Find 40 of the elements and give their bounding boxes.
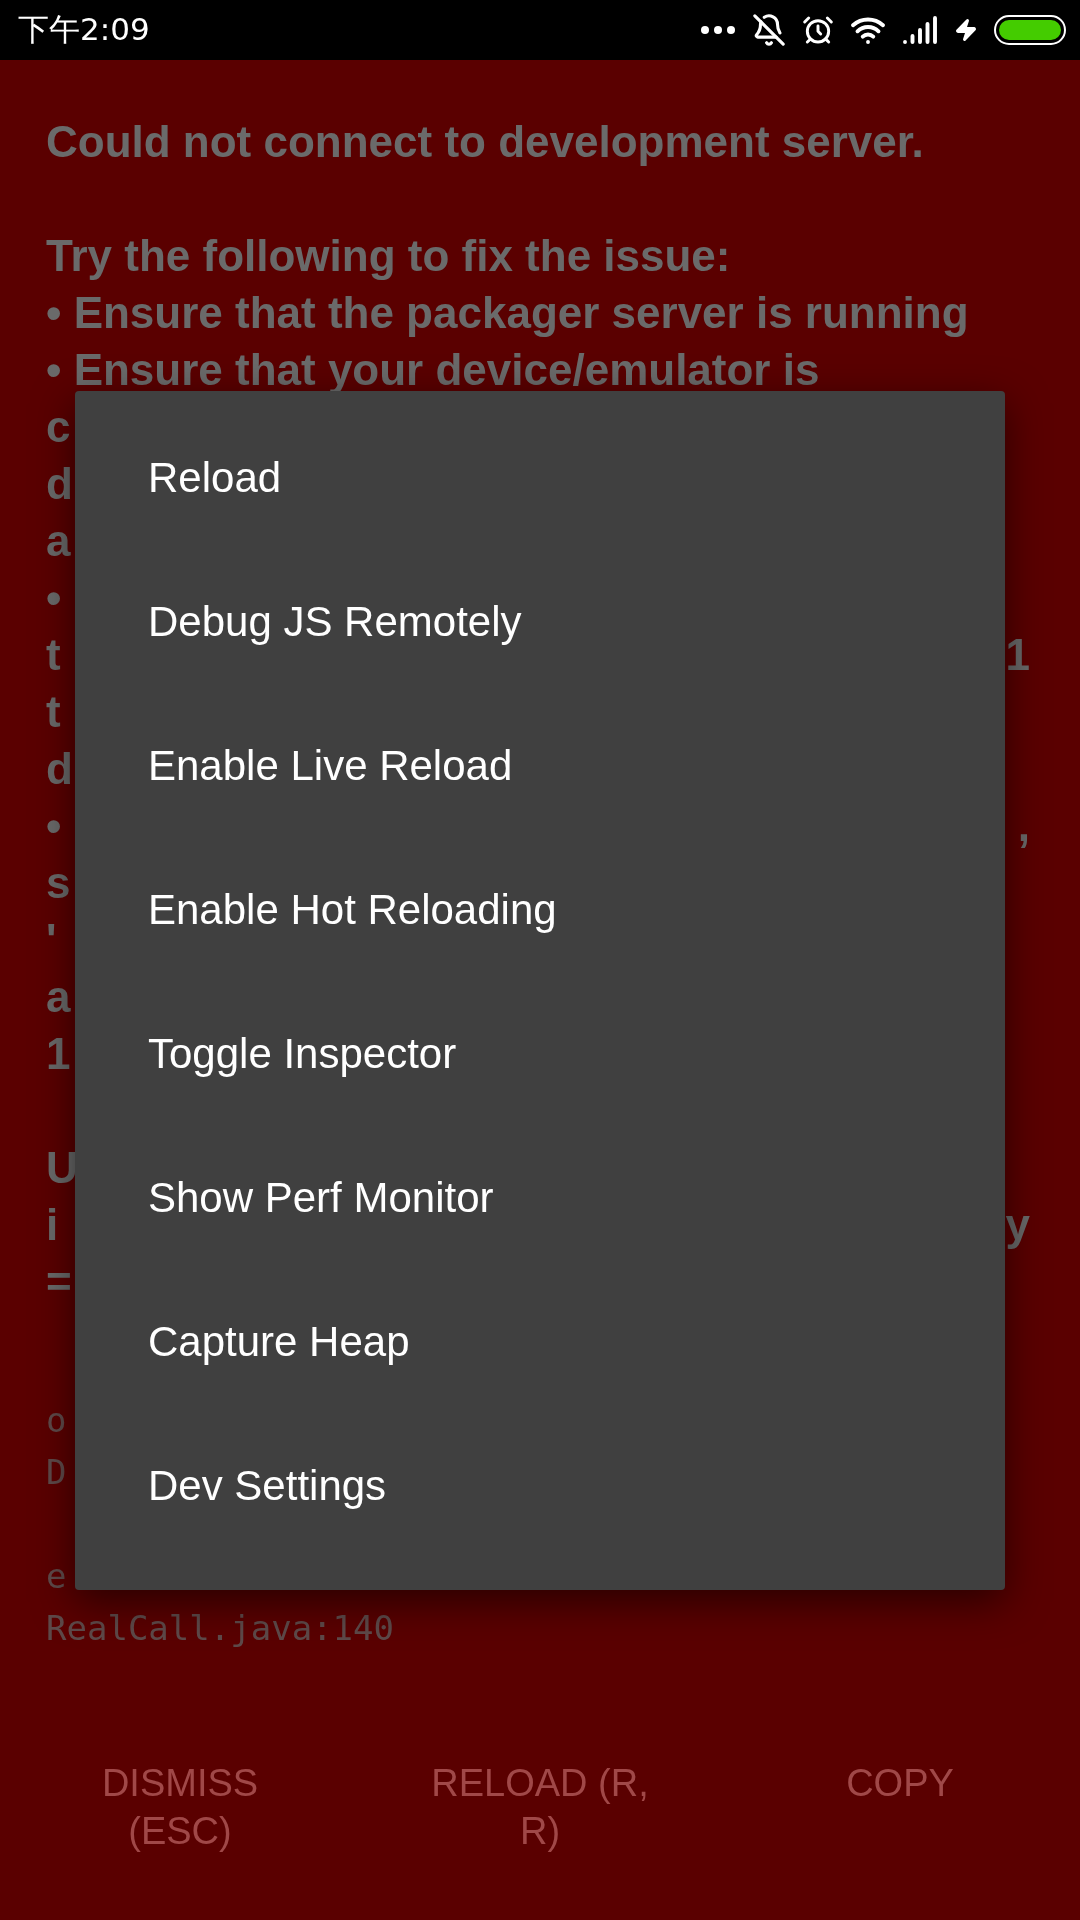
alarm-clock-icon (802, 14, 834, 46)
status-time: 下午2:09 (18, 10, 150, 49)
error-text: U (46, 1142, 78, 1195)
menu-item[interactable]: Enable Live Reload (75, 694, 1005, 838)
error-text: • Ensure that the packager server is running (46, 287, 969, 340)
error-text: • (46, 800, 62, 853)
charging-bolt-icon (954, 18, 978, 42)
more-dots-icon (700, 25, 736, 35)
error-text: 1 (1005, 629, 1030, 682)
menu-item[interactable]: Debug JS Remotely (75, 550, 1005, 694)
menu-item[interactable]: Show Perf Monitor (75, 1126, 1005, 1270)
battery-icon (994, 15, 1066, 45)
menu-item[interactable]: Enable Hot Reloading (75, 838, 1005, 982)
error-text: = (46, 1256, 72, 1309)
error-text: • Ensure that your device/emulator is (46, 344, 820, 397)
bell-off-icon (752, 13, 786, 47)
error-text: t (46, 686, 61, 739)
error-text: t (46, 629, 61, 682)
stack-trace-text: RealCall.java:140 (46, 1608, 394, 1648)
menu-item[interactable]: Dev Settings (75, 1414, 1005, 1558)
error-text: d (46, 743, 73, 796)
error-text: a (46, 515, 71, 568)
stack-trace-text: o (46, 1400, 67, 1440)
error-text: , (1017, 800, 1030, 853)
error-text: Try the following to fix the issue: (46, 230, 731, 283)
menu-item[interactable]: Capture Heap (75, 1270, 1005, 1414)
error-text: d (46, 458, 73, 511)
error-text: s (46, 857, 71, 910)
menu-item[interactable]: Toggle Inspector (75, 982, 1005, 1126)
error-text: a (46, 971, 71, 1024)
error-text: Could not connect to development server. (46, 116, 924, 169)
menu-item[interactable]: Reload (75, 406, 1005, 550)
error-text: c (46, 401, 71, 454)
stack-trace-text: e (46, 1556, 67, 1596)
error-text: 1 (46, 1028, 71, 1081)
error-text: ' (46, 914, 57, 967)
error-text: i (46, 1199, 59, 1252)
stack-trace-text: D (46, 1452, 67, 1492)
error-text: • (46, 572, 62, 625)
error-text: y (1005, 1199, 1030, 1252)
